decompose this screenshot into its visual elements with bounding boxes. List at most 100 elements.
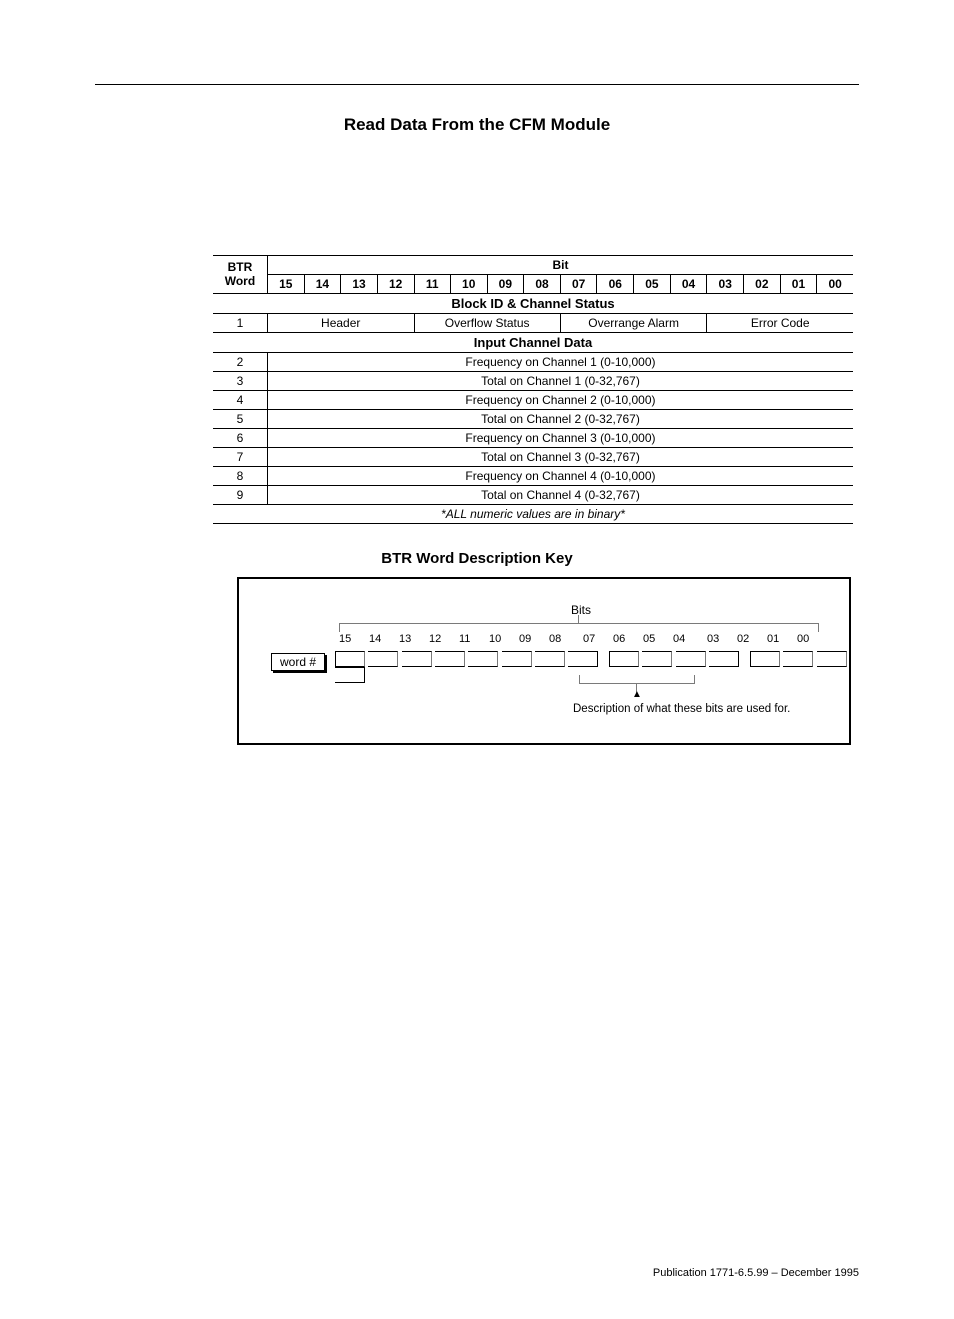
word-cell: 2 [213, 353, 267, 372]
col-btr-word: BTRWord [213, 256, 267, 294]
table-header-row: BTRWord Bit [213, 256, 853, 275]
key-bit-07: 07 [583, 633, 595, 645]
bit-14: 14 [304, 275, 341, 294]
key-bit-13: 13 [399, 633, 411, 645]
key-bit-04: 04 [673, 633, 685, 645]
footnote: *ALL numeric values are in binary* [213, 505, 853, 524]
word-cell: 6 [213, 429, 267, 448]
key-cell [502, 651, 532, 667]
key-bit-00: 00 [797, 633, 809, 645]
page: Read Data From the CFM Module BTRWord Bi… [0, 84, 954, 1319]
overrange-cell: Overrange Alarm [560, 314, 707, 333]
table-row: 2 Frequency on Channel 1 (0-10,000) [213, 353, 853, 372]
word-cell: 4 [213, 391, 267, 410]
key-cell [435, 651, 465, 667]
bit-15: 15 [267, 275, 304, 294]
key-cell [535, 651, 565, 667]
key-bit-01: 01 [767, 633, 779, 645]
bit-08: 08 [524, 275, 561, 294]
errcode-cell: Error Code [707, 314, 853, 333]
key-bit-14: 14 [369, 633, 381, 645]
table-row: 5 Total on Channel 2 (0-32,767) [213, 410, 853, 429]
btr-table: BTRWord Bit 15 14 13 12 11 10 09 08 07 0… [213, 255, 853, 524]
desc-cell: Frequency on Channel 4 (0-10,000) [267, 467, 853, 486]
bit-01: 01 [780, 275, 817, 294]
overflow-cell: Overflow Status [414, 314, 560, 333]
key-cell [402, 651, 432, 667]
desc-cell: Total on Channel 1 (0-32,767) [267, 372, 853, 391]
bit-03: 03 [707, 275, 744, 294]
arrow-up-icon: ▲ [632, 689, 642, 700]
table-row: 9 Total on Channel 4 (0-32,767) [213, 486, 853, 505]
word-cell: 8 [213, 467, 267, 486]
word-cell: 3 [213, 372, 267, 391]
bit-04: 04 [670, 275, 707, 294]
table-bits-row: 15 14 13 12 11 10 09 08 07 06 05 04 03 0… [213, 275, 853, 294]
key-cell [676, 651, 706, 667]
table-row: 7 Total on Channel 3 (0-32,767) [213, 448, 853, 467]
key-bit-08: 08 [549, 633, 561, 645]
bit-07: 07 [560, 275, 597, 294]
bit-00: 00 [817, 275, 853, 294]
key-cell [783, 651, 813, 667]
key-cell [568, 651, 598, 667]
word-cell: 7 [213, 448, 267, 467]
key-box: Bits 15 14 13 12 11 10 09 08 07 06 05 04… [237, 577, 851, 745]
desc-cell: Total on Channel 4 (0-32,767) [267, 486, 853, 505]
key-cell [368, 651, 398, 667]
key-cell [335, 667, 365, 683]
col-bit: Bit [267, 256, 853, 275]
brace-top [339, 623, 819, 632]
table-row: 4 Frequency on Channel 2 (0-10,000) [213, 391, 853, 410]
bit-06: 06 [597, 275, 634, 294]
key-cell [709, 651, 739, 667]
bit-09: 09 [487, 275, 524, 294]
bit-13: 13 [341, 275, 378, 294]
table-row: 8 Frequency on Channel 4 (0-10,000) [213, 467, 853, 486]
key-bit-06: 06 [613, 633, 625, 645]
bit-11: 11 [414, 275, 450, 294]
bit-05: 05 [634, 275, 671, 294]
key-cell [817, 651, 847, 667]
key-cell [335, 651, 365, 667]
key-bit-02: 02 [737, 633, 749, 645]
word-cell: 5 [213, 410, 267, 429]
section-block-id: Block ID & Channel Status [213, 294, 853, 314]
key-bit-12: 12 [429, 633, 441, 645]
col-btr-word-text: BTRWord [225, 260, 255, 287]
key-bit-03: 03 [707, 633, 719, 645]
top-rule [95, 84, 859, 85]
key-bit-09: 09 [519, 633, 531, 645]
key-bit-05: 05 [643, 633, 655, 645]
key-word-box: word # [271, 653, 325, 671]
footnote-row: *ALL numeric values are in binary* [213, 505, 853, 524]
desc-cell: Frequency on Channel 3 (0-10,000) [267, 429, 853, 448]
table-row: 6 Frequency on Channel 3 (0-10,000) [213, 429, 853, 448]
bit-12: 12 [377, 275, 414, 294]
key-bit-15: 15 [339, 633, 351, 645]
word-cell: 9 [213, 486, 267, 505]
desc-cell: Frequency on Channel 2 (0-10,000) [267, 391, 853, 410]
table-row: 3 Total on Channel 1 (0-32,767) [213, 372, 853, 391]
key-cell [468, 651, 498, 667]
key-title: BTR Word Description Key [95, 550, 859, 567]
header-cell: Header [267, 314, 414, 333]
bit-02: 02 [744, 275, 781, 294]
key-cell [750, 651, 780, 667]
brace-top-stem [578, 615, 580, 623]
bit-10: 10 [450, 275, 487, 294]
section-input-data: Input Channel Data [213, 333, 853, 353]
page-title: Read Data From the CFM Module [95, 115, 859, 135]
word-1: 1 [213, 314, 267, 333]
publication-line: Publication 1771-6.5.99 – December 1995 [653, 1267, 859, 1279]
key-bit-11: 11 [459, 633, 470, 645]
desc-cell: Total on Channel 3 (0-32,767) [267, 448, 853, 467]
btr-table-wrap: BTRWord Bit 15 14 13 12 11 10 09 08 07 0… [213, 255, 853, 524]
key-cell [642, 651, 672, 667]
desc-cell: Total on Channel 2 (0-32,767) [267, 410, 853, 429]
key-bit-10: 10 [489, 633, 501, 645]
key-bits-label: Bits [571, 603, 591, 617]
key-cell [609, 651, 639, 667]
key-desc: Description of what these bits are used … [573, 703, 790, 715]
section2-label: Input Channel Data [213, 333, 853, 353]
